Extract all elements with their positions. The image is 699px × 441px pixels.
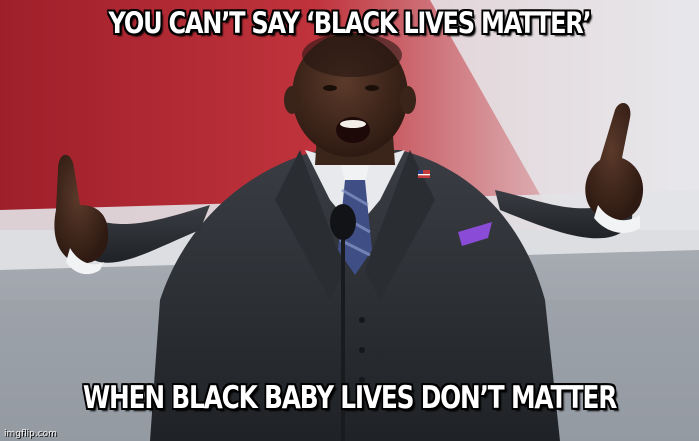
imgflip-watermark: imgflip.com <box>4 429 57 439</box>
american-flag-pin-icon <box>418 170 430 178</box>
meme-image: YOU CAN’T SAY ‘BLACK LIVES MATTER’ WHEN … <box>0 0 699 441</box>
top-caption: YOU CAN’T SAY ‘BLACK LIVES MATTER’ <box>108 6 592 40</box>
speaker-photo <box>0 0 699 441</box>
bottom-caption: WHEN BLACK BABY LIVES DON’T MATTER <box>82 380 617 416</box>
